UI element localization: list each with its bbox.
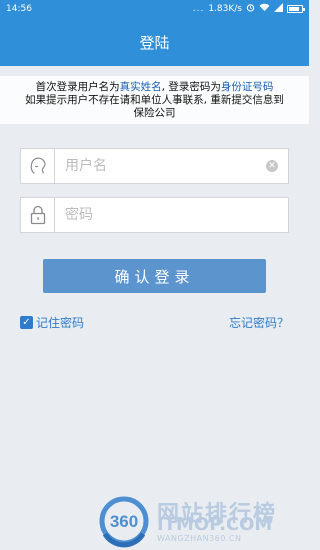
clear-input-icon[interactable]: ✕: [266, 160, 278, 172]
network-speed: 1.83K/s: [208, 4, 242, 14]
page-title: 登陆: [139, 33, 170, 52]
login-button[interactable]: 确认登录: [43, 259, 266, 293]
remember-password-label[interactable]: 记住密码: [36, 314, 84, 331]
watermark-logo: 360: [95, 492, 153, 550]
site-watermark: 360 网站排行榜 ITMOP.COM WANGZHAN360.CN: [95, 492, 309, 550]
login-notice: 首次登录用户名为真实姓名, 登录密码为身份证号码 如果提示用户不存在请和单位人事…: [0, 76, 309, 124]
battery-icon: [287, 5, 305, 13]
password-input[interactable]: [55, 198, 288, 232]
password-field: [20, 197, 289, 233]
signal-icon: [274, 3, 283, 15]
status-bar: 14:56 ... 1.83K/s: [0, 0, 309, 18]
notice-line-2: 如果提示用户不存在请和单位人事联系, 重新提交信息到: [25, 94, 284, 106]
watermark-domain: ITMOP.COM: [157, 514, 273, 535]
alarm-icon: [246, 3, 255, 15]
checkbox-checked-icon[interactable]: ✓: [20, 316, 33, 329]
status-right: ... 1.83K/s: [192, 3, 305, 15]
username-field: ✕: [20, 148, 289, 184]
watermark-subtitle: WANGZHAN360.CN: [157, 534, 242, 543]
status-time: 14:56: [6, 4, 32, 14]
watermark-logo-text: 360: [110, 512, 138, 531]
notice-line-1: 首次登录用户名为真实姓名, 登录密码为身份证号码: [0, 81, 309, 94]
forgot-password-link[interactable]: 忘记密码？: [229, 314, 289, 331]
notice-highlight-name: 真实姓名: [119, 81, 162, 93]
user-icon: [21, 149, 55, 183]
wifi-icon: [259, 3, 270, 15]
notice-text: 首次登录用户名为: [35, 81, 120, 93]
notice-text: , 登录密码为: [161, 81, 221, 93]
username-input[interactable]: [55, 149, 266, 183]
notice-line-3: 保险公司: [133, 107, 176, 119]
lock-icon: [21, 198, 55, 232]
remember-password-toggle[interactable]: ✓ 记住密码: [20, 314, 84, 331]
status-dots: ...: [192, 4, 205, 14]
title-bar: 登陆: [0, 18, 309, 66]
notice-highlight-id: 身份证号码: [220, 81, 274, 93]
